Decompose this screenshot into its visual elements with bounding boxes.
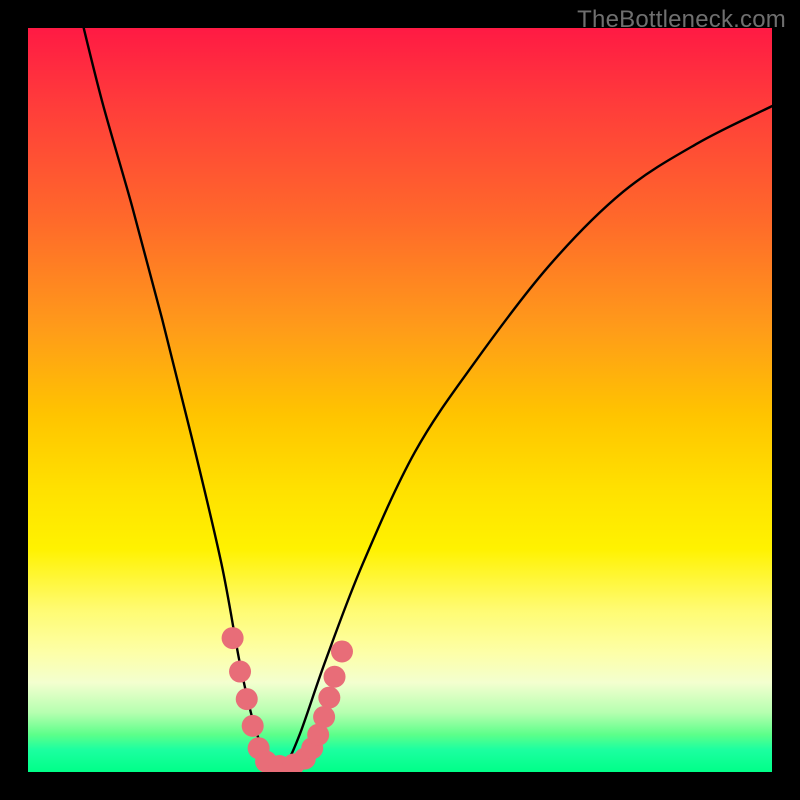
chart-frame: TheBottleneck.com bbox=[0, 0, 800, 800]
data-marker bbox=[318, 687, 340, 709]
data-marker bbox=[313, 706, 335, 728]
bottleneck-chart-svg bbox=[28, 28, 772, 772]
bottleneck-curve bbox=[80, 28, 772, 769]
markers-group bbox=[222, 627, 353, 772]
curve-group bbox=[80, 28, 772, 769]
data-marker bbox=[242, 715, 264, 737]
data-marker bbox=[324, 666, 346, 688]
data-marker bbox=[222, 627, 244, 649]
data-marker bbox=[236, 688, 258, 710]
plot-area bbox=[28, 28, 772, 772]
data-marker bbox=[229, 661, 251, 683]
data-marker bbox=[331, 640, 353, 662]
